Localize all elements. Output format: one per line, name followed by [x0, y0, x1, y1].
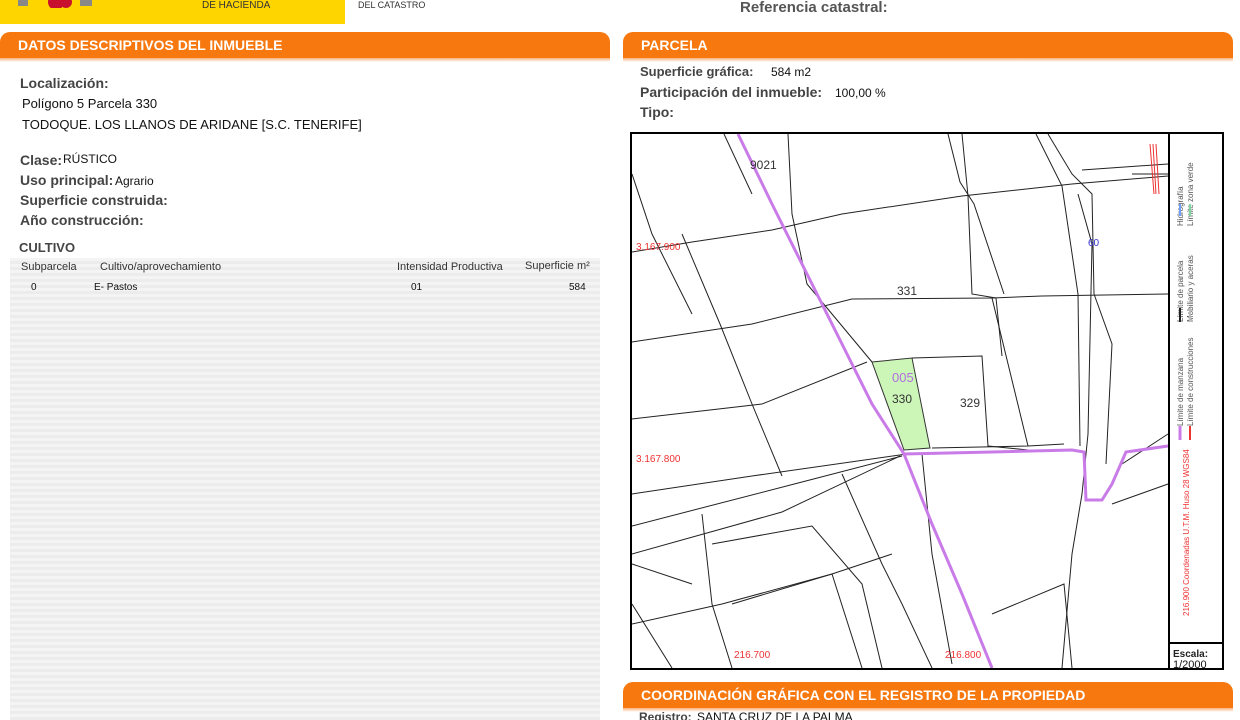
uso-label: Uso principal:	[20, 172, 114, 188]
map-scale: Escala: 1/2000	[1168, 642, 1224, 671]
anio-construccion-label: Año construcción:	[20, 212, 144, 228]
label-60: 60	[1088, 238, 1100, 249]
cell-subparcela: 0	[31, 282, 37, 293]
localizacion-label: Localización:	[20, 75, 109, 91]
table-header-subparcela: Subparcela	[21, 261, 77, 273]
dept-line: DEL CATASTRO	[358, 0, 426, 10]
sup-grafica-label: Superficie gráfica:	[640, 64, 754, 79]
localizacion-line-1: Polígono 5 Parcela 330	[22, 96, 158, 111]
top-bar: DE HACIENDA DEL CATASTRO Referencia cata…	[0, 0, 1240, 24]
cultivo-title: CULTIVO	[19, 240, 76, 255]
coord-label-3167900: 3.167.900	[636, 242, 681, 253]
uso-value: Agrario	[115, 174, 154, 188]
coord-label-3167800: 3.167.800	[636, 454, 681, 465]
cell-intensidad: 01	[411, 282, 423, 293]
section-header-parcela: PARCELA	[623, 32, 1233, 62]
section-header-coordinacion: COORDINACIÓN GRÁFICA CON EL REGISTRO DE …	[623, 682, 1233, 712]
catastro-page: DE HACIENDA DEL CATASTRO Referencia cata…	[0, 0, 1240, 720]
map-legend: Hidrografía Límite zona verde Límite de …	[1168, 134, 1222, 642]
ref-catastral-label: Referencia catastral:	[740, 0, 888, 16]
parcel-label-331: 331	[897, 284, 918, 298]
parcel-label-329: 329	[960, 396, 981, 410]
participacion-value: 100,00 %	[835, 86, 886, 100]
coord-label-216800: 216.800	[945, 650, 982, 661]
clase-label: Clase:	[20, 152, 63, 168]
parcel-label-9021: 9021	[750, 158, 777, 172]
crest-icon	[18, 0, 92, 8]
parcel-label-330: 330	[892, 392, 913, 406]
superficie-construida-label: Superficie construida:	[20, 192, 168, 208]
coord-label-216700: 216.700	[734, 650, 771, 661]
legend-swatches	[1178, 204, 1191, 440]
table-header-intensidad: Intensidad Productiva	[397, 261, 503, 273]
org-line: DE HACIENDA	[202, 0, 271, 11]
table-header-cultivo: Cultivo/aprovechamiento	[100, 261, 222, 273]
participacion-label: Participación del inmueble:	[640, 84, 823, 100]
cadastral-map[interactable]: 9021 331 330 329 005 60 3.167.900 3.167.…	[630, 132, 1224, 670]
scale-value: 1/2000	[1173, 659, 1207, 671]
sup-grafica-value: 584 m2	[771, 65, 812, 79]
section-header-datos: DATOS DESCRIPTIVOS DEL INMUEBLE	[0, 32, 610, 62]
tipo-label: Tipo:	[640, 104, 674, 120]
cell-cultivo: E- Pastos	[94, 282, 138, 293]
localizacion-line-2: TODOQUE. LOS LLANOS DE ARIDANE [S.C. TEN…	[22, 117, 362, 132]
subparcel-label-005: 005	[892, 370, 914, 385]
ministry-logo: DE HACIENDA	[0, 0, 345, 24]
cultivo-table-panel	[10, 258, 600, 720]
registro-value: SANTA CRUZ DE LA PALMA	[697, 710, 853, 720]
clase-value: RÚSTICO	[63, 152, 117, 166]
table-header-superficie: Superficie m²	[525, 260, 590, 272]
registro-label: Registro:	[639, 710, 692, 720]
cell-superficie: 584	[569, 282, 586, 293]
